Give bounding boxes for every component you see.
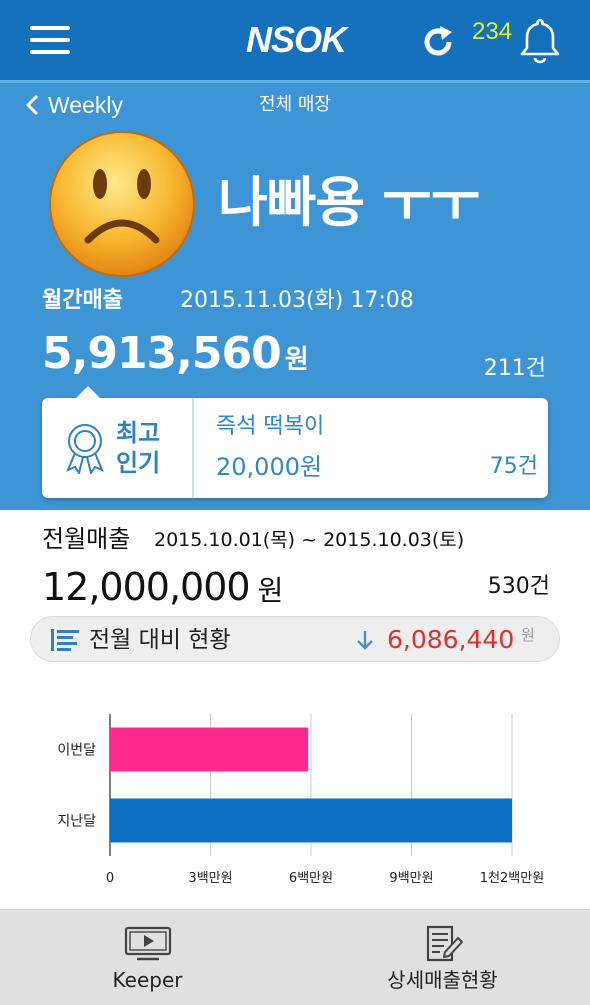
list-icon [51, 629, 79, 651]
best-item-card[interactable]: 최고 인기 즉석 떡복이 20,000원 75건 [42, 398, 548, 498]
bell-icon[interactable] [518, 16, 562, 64]
menu-icon-bar [30, 50, 70, 54]
comparison-bar[interactable]: 전월 대비 현황 6,086,440 원 [30, 616, 560, 662]
notification-count: 234 [472, 18, 513, 45]
app-logo: NSOK [245, 19, 347, 60]
previous-count: 530건 [487, 574, 550, 599]
best-label: 최고 인기 [116, 418, 160, 478]
difference-value: 6,086,440 [387, 625, 515, 654]
comparison-label: 전월 대비 현황 [89, 627, 231, 653]
chart-bar [110, 727, 309, 772]
amount-value: 5,913,560 [42, 328, 282, 379]
award-ribbon-icon [66, 424, 104, 474]
sad-face-icon [49, 131, 195, 277]
menu-icon-bar [30, 38, 70, 42]
refresh-icon[interactable] [418, 22, 458, 62]
keeper-tab[interactable]: Keeper [0, 910, 295, 1005]
divider [0, 80, 590, 83]
sales-count: 211건 [483, 356, 546, 381]
chevron-left-icon [25, 94, 39, 116]
app-header: NSOK 234 [0, 0, 590, 80]
menu-button[interactable] [30, 26, 72, 56]
back-weekly-link[interactable]: Weekly [22, 90, 123, 120]
chart-tick-label: 6백만원 [289, 871, 333, 886]
menu-icon-bar [30, 26, 70, 30]
monthly-sales-hero: Weekly 전체 매장 나빠용 ㅜㅜ 월간매출 2015.11.03(화) 1… [0, 80, 590, 510]
best-item-name: 즉석 떡복이 [216, 414, 325, 439]
bottom-navigation: Keeper 상세매출현황 [0, 909, 590, 1005]
previous-amount-unit: 원 [257, 574, 284, 607]
difference-unit: 원 [521, 626, 535, 644]
detail-sales-tab-label: 상세매출현황 [387, 968, 498, 992]
report-edit-icon [426, 925, 463, 962]
back-label: Weekly [48, 91, 123, 118]
best-item-badge: 최고 인기 [42, 398, 194, 498]
monthly-amount: 5,913,560 원 [42, 328, 309, 380]
chart-bar [110, 798, 512, 843]
store-scope-label: 전체 매장 [259, 94, 331, 115]
previous-month-label: 전월매출 [42, 525, 131, 553]
amount-unit: 원 [284, 345, 309, 375]
chart-tick-label: 3백만원 [188, 871, 232, 886]
monitor-play-icon [124, 926, 171, 961]
chart-category-label: 지난달 [57, 814, 96, 830]
chart-tick-label: 0 [106, 871, 114, 886]
sales-comparison-chart: 0 3백만원 6백만원 9백만원 1천2백만원 이번달지난달 [57, 714, 544, 886]
chart-tick-label: 1천2백만원 [480, 871, 544, 886]
detail-sales-tab[interactable]: 상세매출현황 [295, 910, 590, 1005]
best-label-line2: 인기 [116, 449, 161, 477]
best-item-quantity: 75건 [489, 454, 538, 479]
chart-tick-label: 9백만원 [389, 871, 433, 886]
previous-amount-value: 12,000,000 [42, 565, 251, 609]
period-date: 2015.11.03(화) 17:08 [180, 288, 414, 313]
previous-amount: 12,000,000 원 [42, 564, 283, 610]
mood-text: 나빠용 ㅜㅜ [218, 171, 480, 234]
chart-category-label: 이번달 [57, 743, 96, 759]
arrow-down-icon [357, 631, 373, 650]
best-label-line1: 최고 [116, 419, 161, 447]
previous-month-range: 2015.10.01(목) ~ 2015.10.03(토) [154, 529, 465, 551]
period-label: 월간매출 [42, 288, 123, 313]
keeper-tab-label: Keeper [112, 968, 183, 992]
best-item-price: 20,000원 [216, 453, 323, 481]
